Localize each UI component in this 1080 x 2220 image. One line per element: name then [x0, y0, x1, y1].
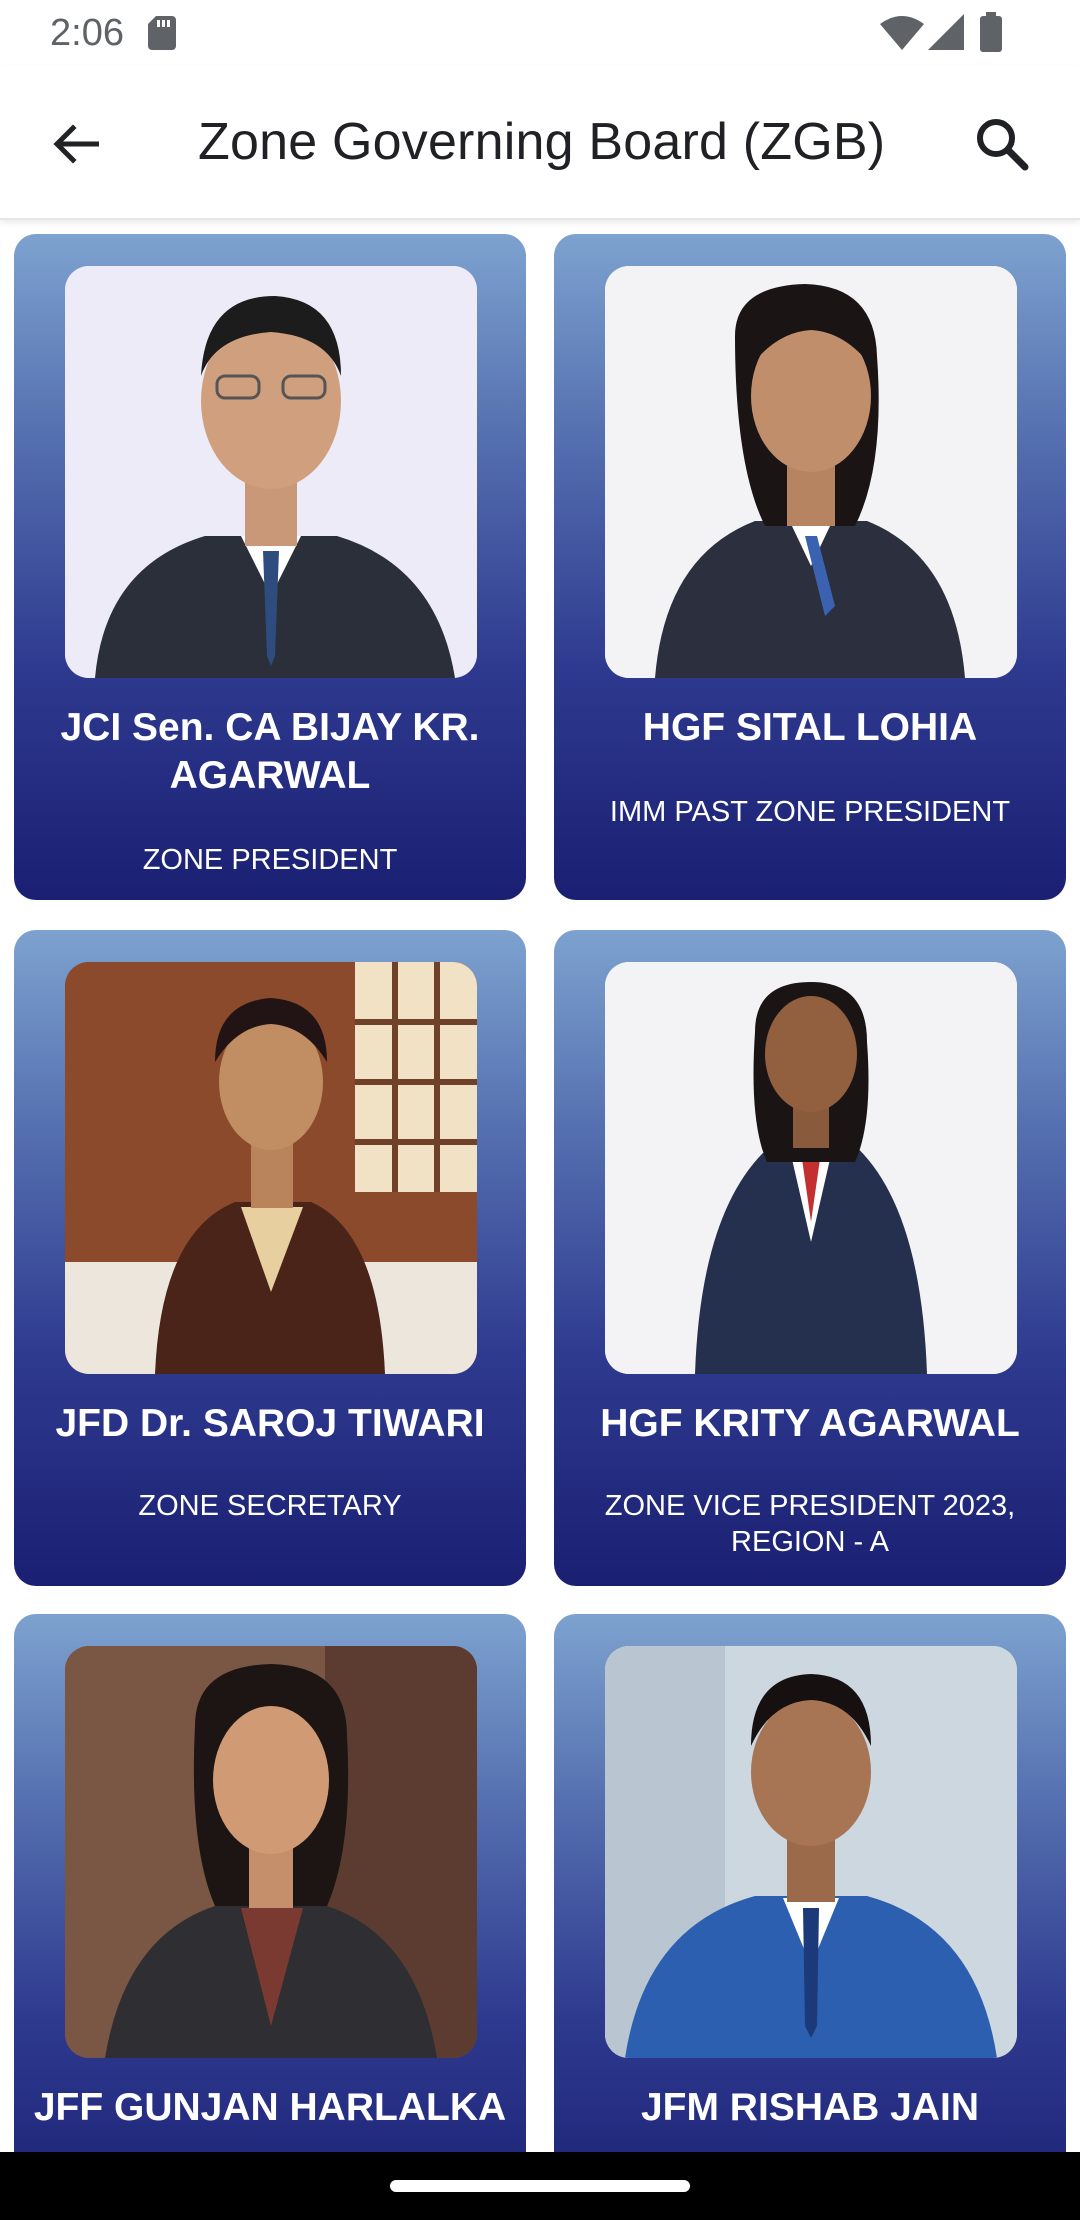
member-role: ZONE PRESIDENT: [142, 844, 398, 876]
wifi-icon: [880, 16, 924, 50]
member-card[interactable]: HGF KRITY AGARWAL ZONE VICE PRESIDENT 20…: [554, 930, 1066, 1586]
member-role: ZONE SECRETARY: [138, 1490, 402, 1522]
member-role: IMM PAST ZONE PRESIDENT: [609, 796, 1011, 828]
search-button[interactable]: [966, 108, 1038, 180]
app-bar: Zone Governing Board (ZGB): [0, 66, 1080, 220]
status-time: 2:06: [50, 12, 124, 54]
member-card[interactable]: JCI Sen. CA BIJAY KR. AGARWAL ZONE PRESI…: [14, 234, 526, 900]
member-name: JFM RISHAB JAIN: [640, 2086, 980, 2129]
member-name: JFD Dr. SAROJ TIWARI: [55, 1402, 485, 1445]
sd-card-icon: [148, 16, 176, 50]
member-name: JCI Sen. CA BIJAY KR. AGARWAL: [60, 706, 480, 797]
member-grid: JCI Sen. CA BIJAY KR. AGARWAL ZONE PRESI…: [0, 222, 1080, 2152]
battery-icon: [980, 12, 1002, 52]
status-bar: 2:06: [0, 0, 1080, 66]
signal-icon: [928, 14, 964, 50]
member-name: HGF SITAL LOHIA: [642, 706, 978, 749]
arrow-back-icon: [53, 124, 99, 164]
page-title: Zone Governing Board (ZGB): [198, 113, 886, 171]
member-card[interactable]: HGF SITAL LOHIA IMM PAST ZONE PRESIDENT: [554, 234, 1066, 900]
member-photo: [605, 1646, 1017, 2058]
member-card[interactable]: JFM RISHAB JAIN: [554, 1614, 1066, 2152]
member-card[interactable]: JFD Dr. SAROJ TIWARI ZONE SECRETARY: [14, 930, 526, 1586]
member-name: HGF KRITY AGARWAL: [600, 1402, 1020, 1445]
search-icon: [977, 119, 1029, 171]
member-photo: [65, 1646, 477, 2058]
member-photo: [65, 266, 477, 678]
member-card[interactable]: JFF GUNJAN HARLALKA: [14, 1614, 526, 2152]
member-photo: [605, 266, 1017, 678]
member-photo: [605, 962, 1017, 1374]
member-role: ZONE VICE PRESIDENT 2023, REGION - A: [604, 1490, 1016, 1558]
member-name: JFF GUNJAN HARLALKA: [33, 2086, 507, 2129]
back-button[interactable]: [40, 108, 112, 180]
member-photo: [65, 962, 477, 1374]
system-navigation-bar: [0, 2152, 1080, 2220]
home-gesture-handle[interactable]: [390, 2180, 690, 2192]
